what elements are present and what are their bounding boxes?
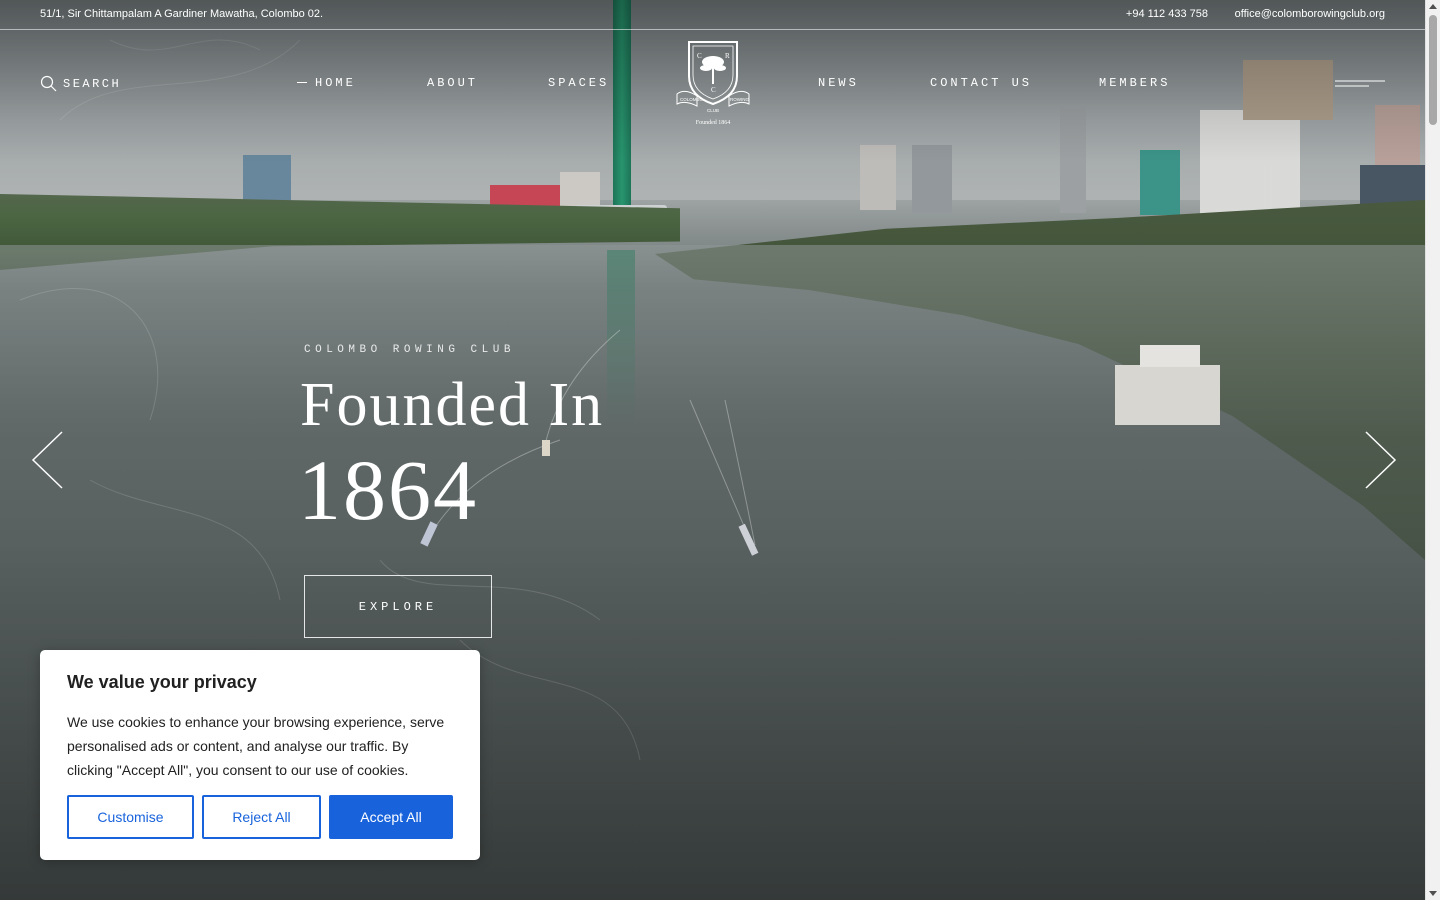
logo-founded-text: Founded 1864 <box>695 120 731 126</box>
nav-item-about[interactable]: ABOUT <box>427 76 478 90</box>
crest-letter-c2: C <box>711 86 716 94</box>
top-info-bar: 51/1, Sir Chittampalam A Gardiner Mawath… <box>0 0 1425 30</box>
cookie-banner-body: We use cookies to enhance your browsing … <box>67 714 445 778</box>
cookie-banner-actions: Customise Reject All Accept All <box>67 795 453 839</box>
nav-item-spaces[interactable]: SPACES <box>548 76 609 90</box>
club-email-link[interactable]: office@colomborowingclub.org <box>1235 8 1385 20</box>
scroll-up-arrow-icon[interactable] <box>1429 4 1437 9</box>
hero-headline-line1: Founded In <box>300 371 605 439</box>
crest-banner-bottom: CLUB <box>707 108 719 113</box>
search-icon <box>40 75 57 92</box>
nav-item-members[interactable]: MEMBERS <box>1099 76 1170 90</box>
chevron-right-icon <box>1365 431 1397 489</box>
nav-item-home[interactable]: HOME <box>297 76 356 90</box>
accept-all-button[interactable]: Accept All <box>329 795 453 839</box>
scrollbar-thumb[interactable] <box>1429 15 1437 125</box>
club-crest-icon: C R C COLOMBO ROWING CLUB <box>676 41 750 113</box>
customise-button[interactable]: Customise <box>67 795 194 839</box>
main-navigation: SEARCH HOME ABOUT SPACES C R C COLOMBO R… <box>0 30 1425 140</box>
chevron-left-icon <box>31 431 63 489</box>
nav-item-contact-us[interactable]: CONTACT US <box>930 76 1032 90</box>
cookie-banner-title: We value your privacy <box>67 672 257 692</box>
hero-eyebrow: COLOMBO ROWING CLUB <box>304 344 515 356</box>
nav-item-news[interactable]: NEWS <box>818 76 859 90</box>
page-scrollbar[interactable] <box>1425 0 1440 900</box>
club-phone-link[interactable]: +94 112 433 758 <box>1126 8 1208 20</box>
crest-banner-left: COLOMBO <box>680 97 704 102</box>
search-label: SEARCH <box>63 76 122 91</box>
crest-letter-r: R <box>725 52 730 60</box>
club-address: 51/1, Sir Chittampalam A Gardiner Mawath… <box>40 8 324 20</box>
slider-next-button[interactable] <box>1362 430 1398 490</box>
reject-all-button[interactable]: Reject All <box>202 795 321 839</box>
hero-headline-line2: 1864 <box>298 442 478 538</box>
club-logo[interactable]: C R C COLOMBO ROWING CLUB Founded 1864 <box>675 38 751 130</box>
hamburger-menu-icon <box>1335 80 1385 87</box>
scroll-down-arrow-icon[interactable] <box>1429 891 1437 896</box>
search-button[interactable]: SEARCH <box>40 75 121 92</box>
crest-banner-right: ROWING <box>730 97 749 102</box>
menu-toggle-button[interactable] <box>1335 78 1385 90</box>
explore-button[interactable]: EXPLORE <box>304 575 492 638</box>
cookie-consent-banner: We value your privacy We use cookies to … <box>40 650 480 860</box>
slider-prev-button[interactable] <box>30 430 66 490</box>
crest-letter-c: C <box>697 52 702 60</box>
